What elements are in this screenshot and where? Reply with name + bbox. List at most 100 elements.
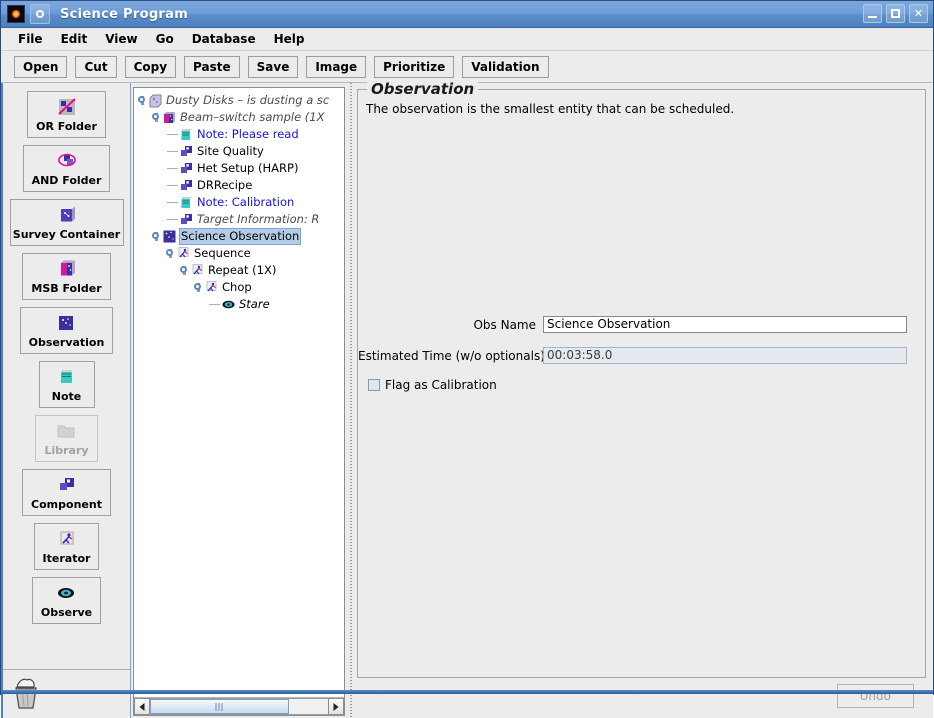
palette-item-iterator[interactable]: Iterator bbox=[33, 523, 100, 570]
tree-elbow bbox=[166, 143, 179, 160]
paste-button[interactable]: Paste bbox=[184, 55, 240, 78]
tree-row-site-quality[interactable]: Site Quality bbox=[138, 143, 344, 160]
flag-calibration-label: Flag as Calibration bbox=[385, 378, 497, 392]
msb-folder-icon bbox=[162, 110, 177, 125]
tree-row-het-setup[interactable]: Het Setup (HARP) bbox=[138, 160, 344, 177]
minimize-icon bbox=[864, 5, 881, 22]
tree-row-stare[interactable]: Stare bbox=[138, 296, 344, 313]
menu-file[interactable]: File bbox=[9, 30, 52, 48]
star-icon bbox=[7, 5, 25, 23]
expand-handle-icon[interactable] bbox=[152, 113, 161, 122]
open-button[interactable]: Open bbox=[14, 55, 68, 78]
scrollbar-grip-icon bbox=[215, 702, 223, 711]
palette-item-and-folder[interactable]: AND Folder bbox=[22, 145, 111, 192]
flag-calibration-checkbox[interactable] bbox=[368, 379, 380, 391]
menu-view[interactable]: View bbox=[96, 30, 146, 48]
window-controls: ✕ bbox=[863, 4, 928, 23]
save-button[interactable]: Save bbox=[247, 55, 299, 78]
expand-handle-icon[interactable] bbox=[152, 232, 161, 241]
title-bar: Science Program ✕ bbox=[1, 1, 933, 28]
palette-label: Library bbox=[44, 444, 89, 457]
maximize-button[interactable] bbox=[886, 4, 905, 23]
tree-row-note-please-read[interactable]: Note: Please read bbox=[138, 126, 344, 143]
window-title: Science Program bbox=[60, 6, 189, 22]
scroll-right-icon[interactable] bbox=[328, 698, 344, 715]
iterator-icon bbox=[204, 280, 219, 295]
tree-label: Sequence bbox=[194, 246, 251, 260]
palette-item-or-folder[interactable]: OR Folder bbox=[27, 91, 106, 138]
palette-label: Iterator bbox=[42, 552, 91, 565]
menu-edit[interactable]: Edit bbox=[52, 30, 97, 48]
palette-label: Component bbox=[31, 498, 102, 511]
palette-items: OR Folder AND Folder Survey Container MS… bbox=[3, 85, 130, 670]
palette-item-note[interactable]: Note bbox=[38, 361, 95, 408]
component-icon bbox=[179, 144, 194, 159]
tree-elbow bbox=[166, 177, 179, 194]
tree-row-beam-switch-sample[interactable]: Beam–switch sample (1X bbox=[138, 109, 344, 126]
tree-row-target-information[interactable]: Target Information: R bbox=[138, 211, 344, 228]
estimated-time-value bbox=[543, 347, 907, 364]
component-icon bbox=[179, 212, 194, 227]
tree-row-dusty-disks[interactable]: Dusty Disks – is dusting a sc bbox=[138, 92, 344, 109]
expand-handle-icon[interactable] bbox=[138, 96, 147, 105]
tree-row-drrecipe[interactable]: DRRecipe bbox=[138, 177, 344, 194]
tree-row-note-calibration[interactable]: Note: Calibration bbox=[138, 194, 344, 211]
window-menu-icon[interactable] bbox=[30, 4, 50, 24]
tree-label: Note: Please read bbox=[197, 127, 299, 141]
expand-handle-icon[interactable] bbox=[180, 266, 189, 275]
tree-elbow bbox=[166, 211, 179, 228]
tree-label: Stare bbox=[239, 297, 270, 311]
scrollbar-thumb[interactable] bbox=[150, 699, 289, 714]
tree-label: Chop bbox=[222, 280, 252, 294]
detail-panel: Observation The observation is the small… bbox=[355, 80, 933, 718]
palette-item-survey-container[interactable]: Survey Container bbox=[9, 199, 124, 246]
minimize-button[interactable] bbox=[863, 4, 882, 23]
tree-horizontal-scrollbar[interactable] bbox=[134, 697, 344, 715]
scrollbar-track[interactable] bbox=[150, 698, 328, 715]
tree-elbow bbox=[208, 296, 221, 313]
expand-handle-icon[interactable] bbox=[166, 249, 175, 258]
palette-item-msb-folder[interactable]: MSB Folder bbox=[22, 253, 111, 300]
component-icon bbox=[56, 475, 78, 495]
tree-scroll-container: Dusty Disks – is dusting a sc Beam–switc… bbox=[133, 87, 345, 716]
scroll-left-icon[interactable] bbox=[134, 698, 150, 715]
trash-icon[interactable] bbox=[11, 676, 41, 713]
science-program-tree[interactable]: Dusty Disks – is dusting a sc Beam–switc… bbox=[134, 88, 344, 697]
palette-item-component[interactable]: Component bbox=[22, 469, 111, 516]
component-icon bbox=[179, 178, 194, 193]
flag-calibration-row[interactable]: Flag as Calibration bbox=[368, 378, 907, 392]
tree-label: Target Information: R bbox=[197, 212, 320, 226]
tree-label: Site Quality bbox=[197, 144, 264, 158]
trash-area[interactable] bbox=[3, 670, 130, 718]
tree-label: Science Observation bbox=[179, 228, 302, 245]
toolbar: Open Cut Copy Paste Save Image Prioritiz… bbox=[1, 51, 933, 83]
tree-row-science-observation[interactable]: Science Observation bbox=[138, 228, 344, 245]
expand-handle-icon[interactable] bbox=[194, 283, 203, 292]
cut-button[interactable]: Cut bbox=[75, 55, 117, 78]
menu-database[interactable]: Database bbox=[183, 30, 265, 48]
close-button[interactable]: ✕ bbox=[909, 4, 928, 23]
iterator-icon bbox=[56, 529, 78, 549]
tree-row-sequence[interactable]: Sequence bbox=[138, 245, 344, 262]
palette-label: Observation bbox=[28, 336, 105, 349]
tree-row-repeat[interactable]: Repeat (1X) bbox=[138, 262, 344, 279]
observation-icon bbox=[162, 229, 177, 244]
validation-button[interactable]: Validation bbox=[462, 55, 549, 78]
palette-item-observe[interactable]: Observe bbox=[31, 577, 102, 624]
copy-button[interactable]: Copy bbox=[124, 55, 177, 78]
split-divider[interactable] bbox=[347, 83, 355, 718]
group-description: The observation is the smallest entity t… bbox=[366, 102, 735, 116]
tree-row-chop[interactable]: Chop bbox=[138, 279, 344, 296]
menu-help[interactable]: Help bbox=[265, 30, 314, 48]
palette-item-observation[interactable]: Observation bbox=[19, 307, 114, 354]
palette-label: Observe bbox=[40, 606, 93, 619]
observation-form: Obs Name Estimated Time (w/o optionals) … bbox=[358, 316, 925, 392]
menu-go[interactable]: Go bbox=[147, 30, 183, 48]
obs-name-input[interactable] bbox=[543, 316, 907, 333]
image-button[interactable]: Image bbox=[306, 55, 367, 78]
prioritize-button[interactable]: Prioritize bbox=[374, 55, 455, 78]
tree-elbow bbox=[166, 160, 179, 177]
observation-icon bbox=[55, 313, 77, 333]
palette-item-library: Library bbox=[35, 415, 98, 462]
palette-label: OR Folder bbox=[36, 120, 97, 133]
